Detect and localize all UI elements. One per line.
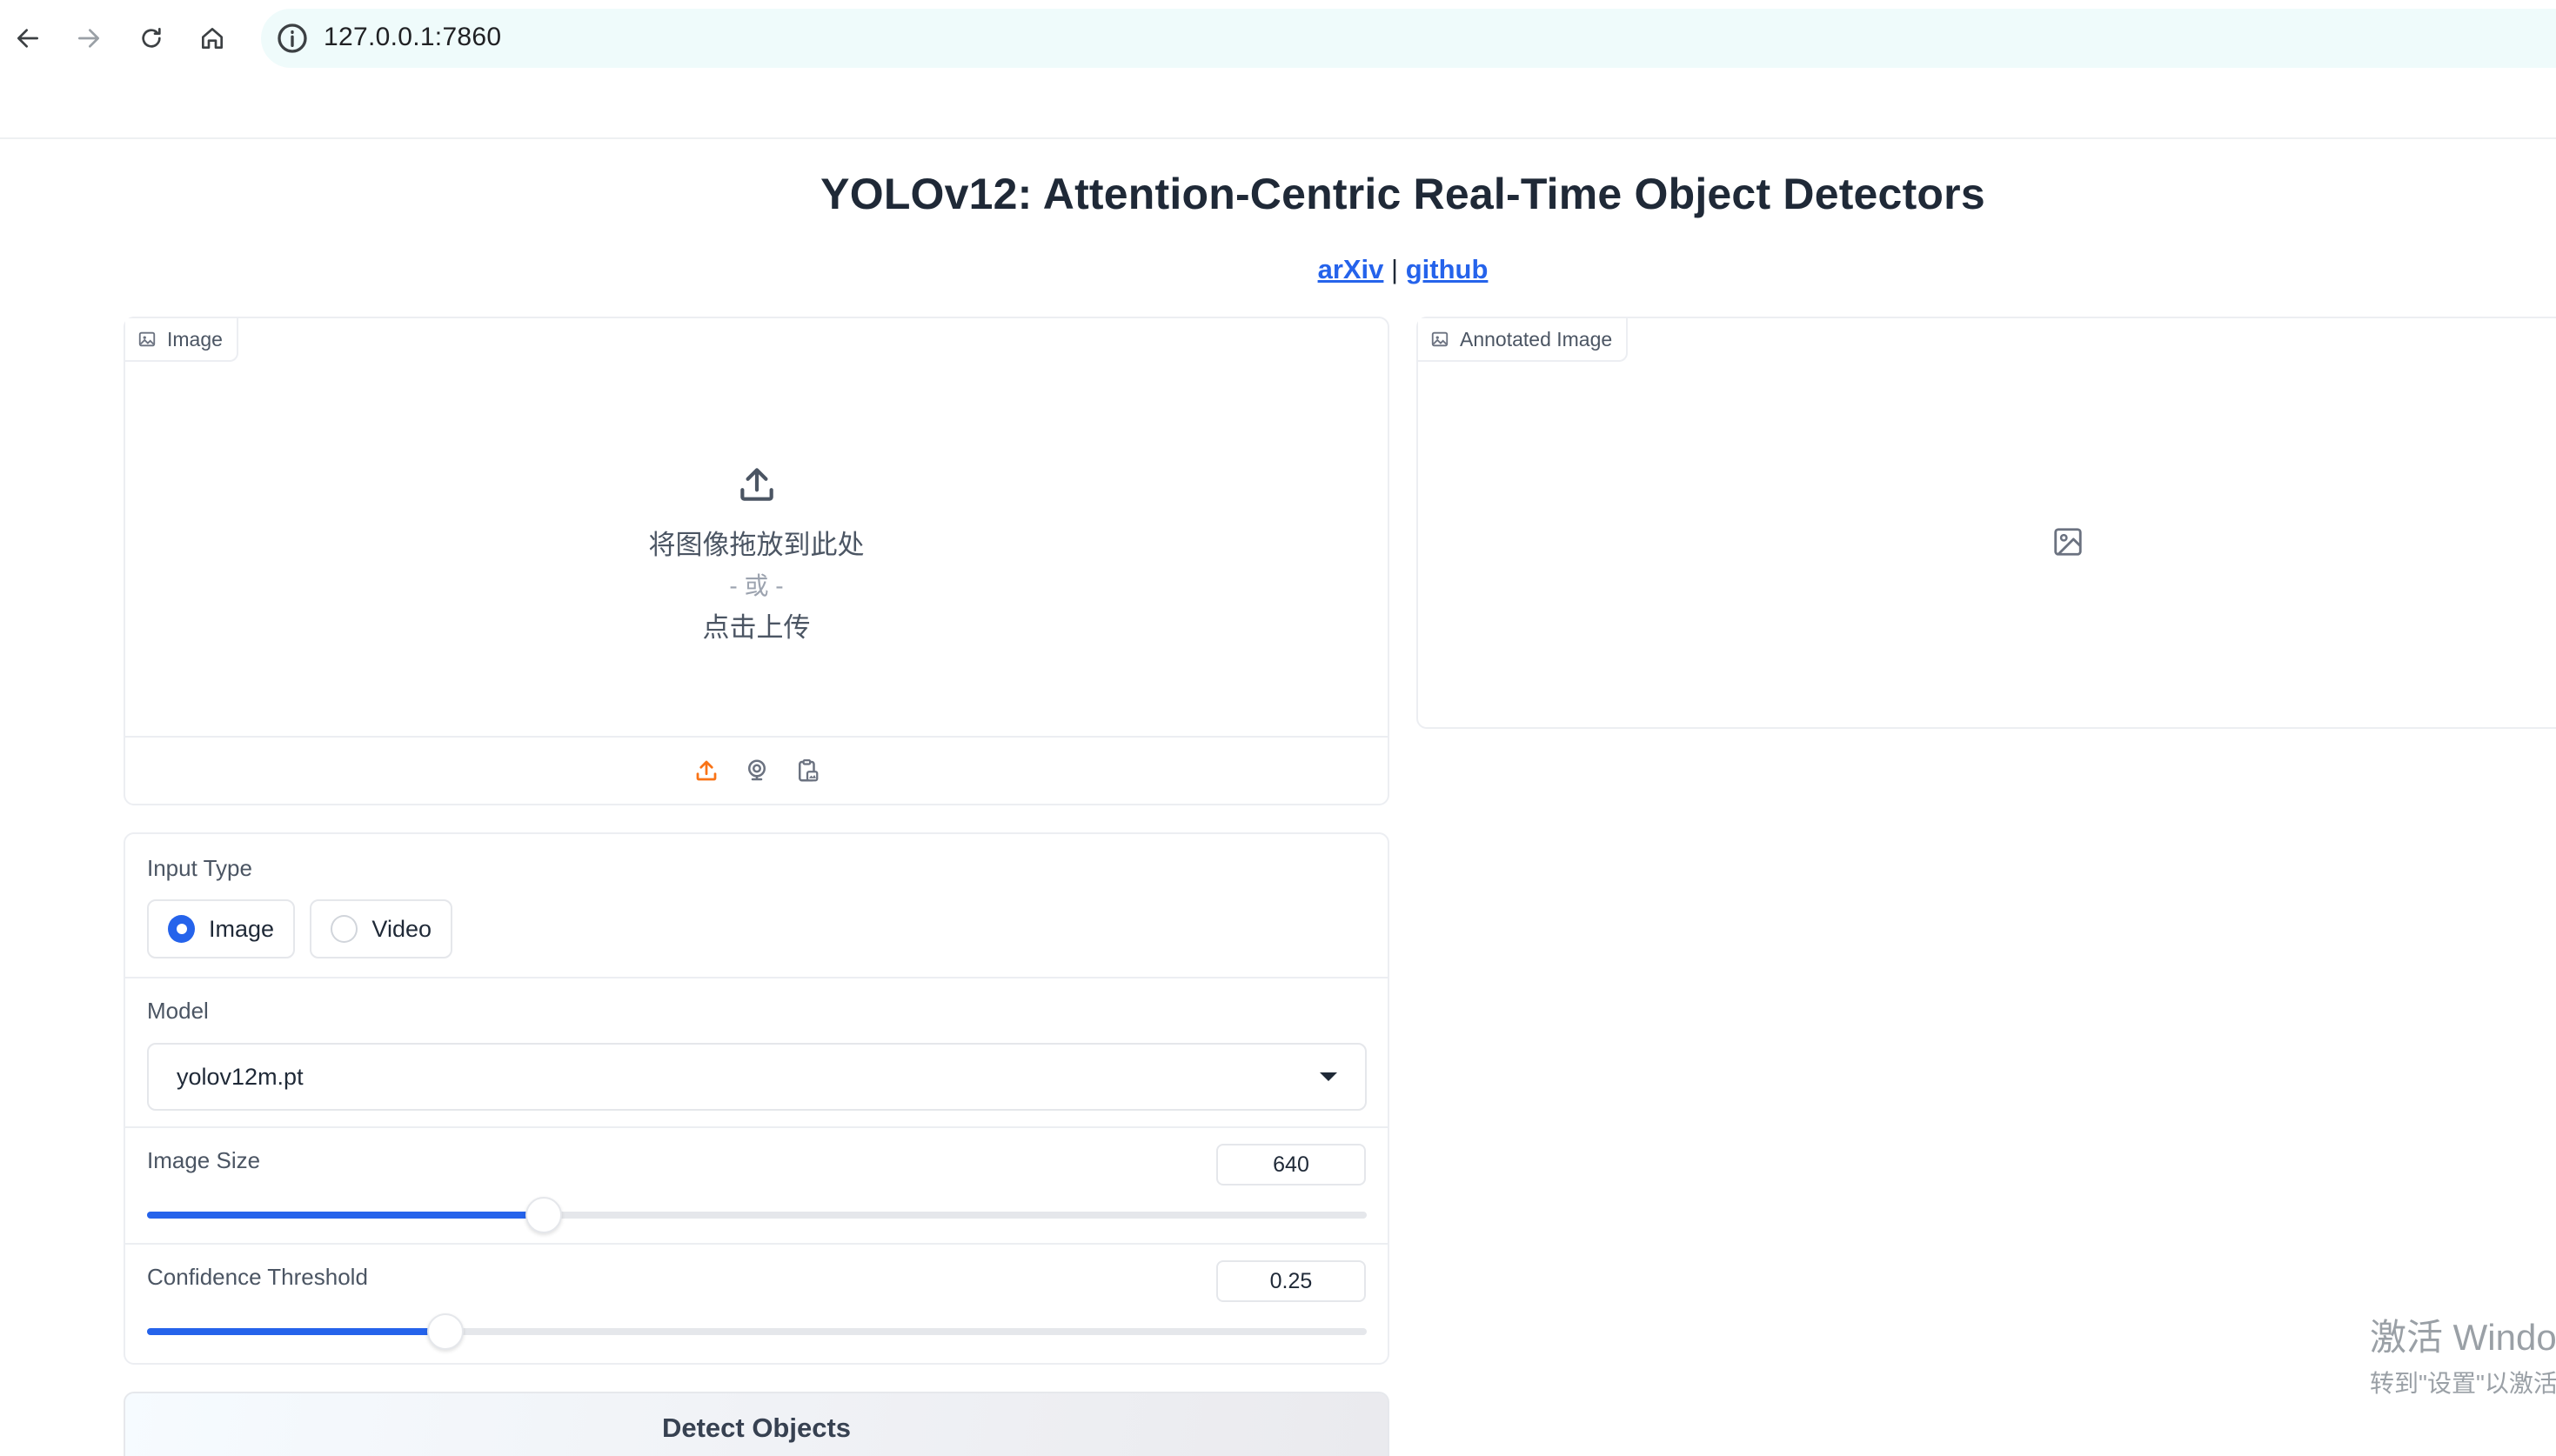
webcam-icon (747, 759, 766, 781)
github-link[interactable]: github (1406, 254, 1489, 284)
reload-button[interactable] (130, 17, 172, 59)
radio-image-label: Image (208, 915, 274, 942)
settings-panel: Input Type Image Video Model yolov12m.pt… (124, 832, 1389, 1365)
chevron-down-icon[interactable] (1320, 1072, 1337, 1081)
reload-icon (142, 28, 161, 48)
home-button[interactable] (191, 17, 233, 59)
confidence-slider-thumb[interactable] (427, 1313, 465, 1350)
header-links: arXiv | github (0, 254, 2556, 285)
annotated-image-panel: Annotated Image (1416, 317, 2556, 729)
image-size-number-input[interactable]: 640 (1216, 1144, 1366, 1186)
radio-video-label: Video (371, 915, 432, 942)
input-type-radio-image[interactable]: Image (147, 899, 295, 958)
address-bar[interactable]: 127.0.0.1:7860 (261, 9, 2556, 68)
back-button[interactable] (7, 17, 49, 59)
input-image-label-text: Image (167, 327, 223, 351)
dropzone-or-text: - 或 - (729, 571, 784, 599)
model-dropdown[interactable]: yolov12m.pt (147, 1043, 1367, 1111)
confidence-block: Confidence Threshold 0.25 (125, 1245, 1388, 1363)
upload-icon (696, 760, 716, 781)
input-type-block: Input Type Image Video (125, 834, 1388, 978)
watermark-line1: 激活 Windo (2370, 1317, 2556, 1358)
site-info-icon[interactable] (275, 21, 310, 56)
image-size-slider-fill (147, 1212, 544, 1219)
image-icon (138, 331, 156, 347)
forward-button[interactable] (68, 17, 110, 59)
image-size-slider-thumb[interactable] (525, 1197, 562, 1233)
model-dropdown-value: yolov12m.pt (177, 1063, 304, 1090)
source-clipboard-button[interactable] (793, 756, 822, 785)
annotated-image-label: Annotated Image (1418, 318, 1629, 362)
image-icon (1431, 331, 1449, 347)
model-block: Model yolov12m.pt (125, 978, 1388, 1128)
link-separator: | (1391, 254, 1399, 284)
confidence-slider[interactable] (147, 1313, 1367, 1350)
radio-selected-indicator[interactable] (168, 915, 195, 943)
confidence-label: Confidence Threshold (147, 1264, 368, 1290)
source-webcam-button[interactable] (742, 756, 772, 785)
input-image-panel: Image 将图像拖放到此处 - 或 - 点击上传 (124, 317, 1389, 805)
input-image-label: Image (125, 318, 238, 362)
image-size-block: Image Size 640 (125, 1128, 1388, 1245)
image-size-slider[interactable] (147, 1197, 1367, 1233)
input-type-radio-video[interactable]: Video (310, 899, 452, 958)
home-icon (202, 28, 223, 49)
watermark-line2: 转到"设置"以激活 (2370, 1370, 2556, 1397)
annotated-image-label-text: Annotated Image (1460, 327, 1613, 351)
dropzone-click-text: 点击上传 (702, 611, 811, 643)
forward-arrow-icon (78, 29, 99, 48)
windows-activation-watermark: 激活 Windo 转到"设置"以激活 (2370, 1308, 2556, 1399)
clipboard-icon (798, 759, 818, 782)
address-url[interactable]: 127.0.0.1:7860 (324, 23, 501, 52)
upload-icon (735, 463, 779, 511)
arxiv-link[interactable]: arXiv (1318, 254, 1384, 284)
confidence-slider-fill (147, 1328, 446, 1335)
detect-objects-button[interactable]: Detect Objects (124, 1392, 1389, 1456)
back-arrow-icon (17, 29, 38, 48)
browser-toolbar: 127.0.0.1:7860 (0, 0, 2556, 139)
dropzone-drop-text: 将图像拖放到此处 (648, 529, 865, 560)
image-dropzone[interactable]: 将图像拖放到此处 - 或 - 点击上传 (125, 371, 1388, 736)
empty-image-placeholder-icon (2054, 528, 2082, 556)
source-upload-button[interactable] (692, 756, 721, 785)
image-source-bar (125, 736, 1388, 804)
image-size-label: Image Size (147, 1147, 261, 1173)
page-title: YOLOv12: Attention-Centric Real-Time Obj… (820, 170, 1985, 218)
model-label: Model (147, 998, 209, 1024)
confidence-number-input[interactable]: 0.25 (1216, 1260, 1366, 1302)
radio-unselected-indicator[interactable] (331, 915, 358, 943)
input-type-label: Input Type (147, 855, 252, 881)
